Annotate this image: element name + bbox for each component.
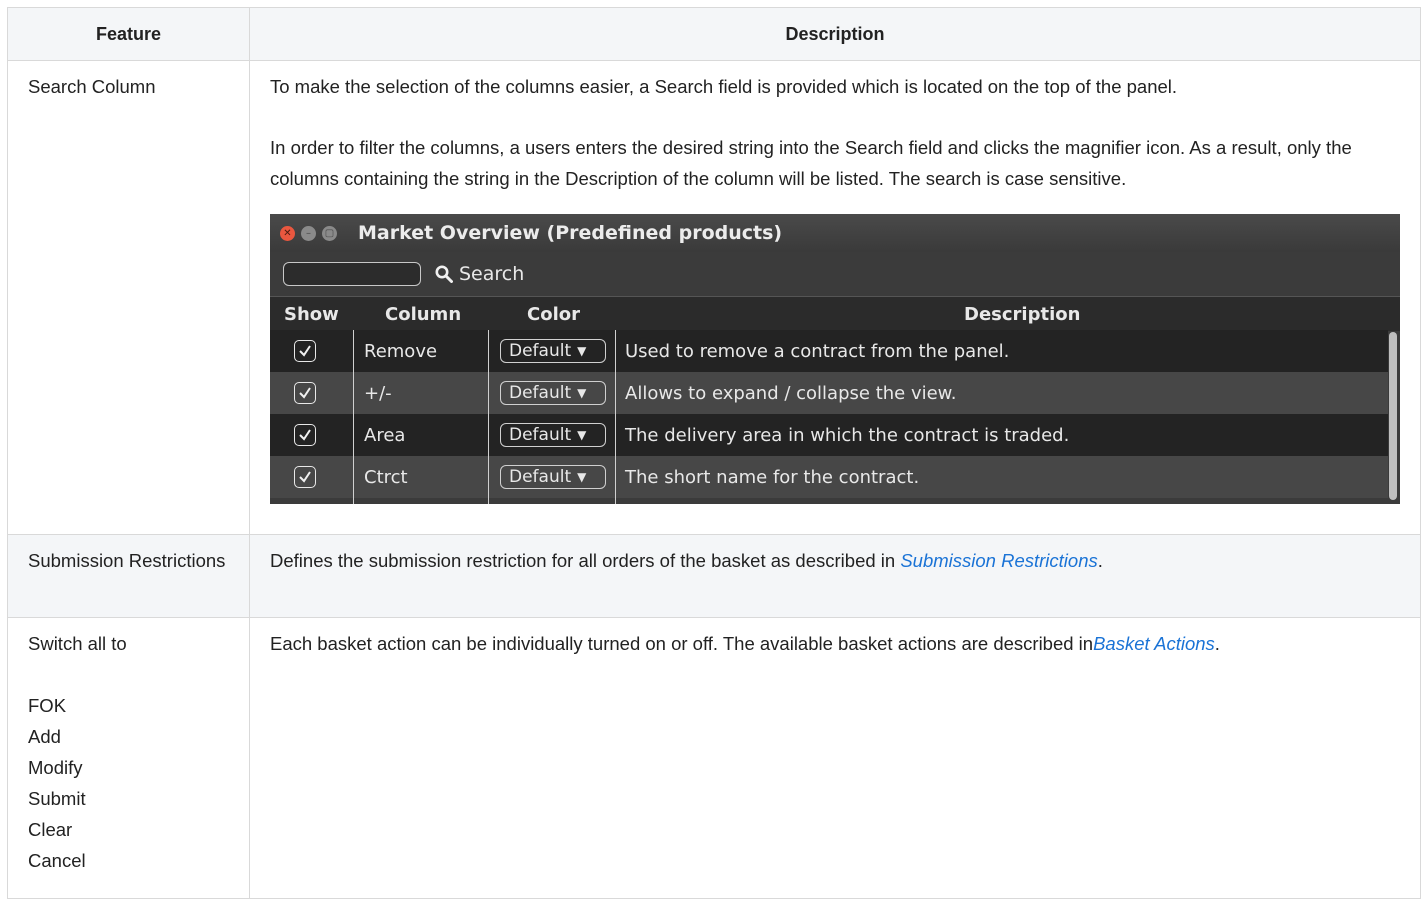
color-dropdown[interactable]: Default ▼	[500, 339, 606, 363]
column-description: The delivery area in which the contract …	[625, 424, 1070, 446]
color-dropdown-value: Default	[509, 341, 572, 361]
description-cell: Each basket action can be individually t…	[249, 617, 1421, 899]
color-dropdown-value: Default	[509, 467, 572, 487]
search-button[interactable]: Search	[435, 263, 524, 285]
checkmark-icon	[299, 345, 311, 357]
column-name: Area	[364, 424, 406, 446]
window-minimize-icon[interactable]: –	[301, 225, 316, 241]
description-paragraph: In order to filter the columns, a users …	[270, 137, 1352, 189]
table-row: Switch all to FOK Add Modify Submit Clea…	[7, 617, 1421, 899]
action-item: Modify	[28, 757, 83, 778]
show-checkbox[interactable]	[294, 466, 316, 488]
color-dropdown[interactable]: Default ▼	[500, 423, 606, 447]
color-column-header[interactable]: Color	[527, 304, 580, 325]
action-item: Add	[28, 726, 61, 747]
description-header: Description	[249, 7, 1421, 61]
column-column-header[interactable]: Column	[385, 304, 461, 325]
description-paragraph: To make the selection of the columns eas…	[270, 76, 1178, 97]
window-titlebar: ✕ – ▢ Market Overview (Predefined produc…	[270, 214, 1400, 252]
column-name: +/-	[364, 382, 392, 404]
feature-cell: Switch all to FOK Add Modify Submit Clea…	[7, 617, 250, 899]
basket-actions-list: FOK Add Modify Submit Clear Cancel	[28, 690, 239, 876]
action-item: Submit	[28, 788, 86, 809]
description-column-header[interactable]: Description	[964, 304, 1080, 325]
action-item: Cancel	[28, 850, 86, 871]
show-column-header[interactable]: Show	[284, 304, 339, 325]
magnifier-icon	[435, 265, 453, 283]
color-dropdown[interactable]: Default ▼	[500, 381, 606, 405]
search-input[interactable]	[283, 262, 421, 286]
search-bar: Search	[270, 252, 1400, 296]
window-title: Market Overview (Predefined products)	[358, 222, 783, 244]
table-row[interactable]: Remove Default ▼ Used to remove a contrac…	[270, 330, 1388, 372]
vertical-scrollbar[interactable]	[1389, 332, 1397, 500]
description-text: .	[1214, 633, 1220, 654]
column-description: Used to remove a contract from the panel…	[625, 340, 1010, 362]
chevron-down-icon: ▼	[577, 428, 587, 442]
columns-table-header: Show Column Color Description	[270, 296, 1400, 331]
action-item: FOK	[28, 695, 67, 716]
color-dropdown-value: Default	[509, 383, 572, 403]
column-description: The short name for the contract.	[625, 466, 920, 488]
show-checkbox[interactable]	[294, 424, 316, 446]
checkmark-icon	[299, 387, 311, 399]
show-checkbox[interactable]	[294, 382, 316, 404]
feature-cell: Submission Restrictions	[7, 534, 250, 618]
description-text: .	[1097, 550, 1103, 571]
table-row[interactable]: +/- Default ▼ Allows to expand / collapse…	[270, 372, 1388, 414]
feature-title: Switch all to	[28, 633, 127, 654]
checkmark-icon	[299, 429, 311, 441]
action-item: Clear	[28, 819, 73, 840]
window-maximize-icon[interactable]: ▢	[322, 225, 337, 241]
color-dropdown-value: Default	[509, 425, 572, 445]
table-row: Submission Restrictions Defines the subm…	[7, 534, 1421, 618]
market-overview-window: ✕ – ▢ Market Overview (Predefined produc…	[270, 214, 1400, 504]
table-row: Search Column To make the selection of t…	[7, 60, 1421, 535]
column-divider	[488, 330, 489, 504]
basket-actions-link[interactable]: Basket Actions	[1093, 633, 1215, 654]
window-close-icon[interactable]: ✕	[280, 225, 295, 241]
chevron-down-icon: ▼	[577, 386, 587, 400]
feature-header: Feature	[7, 7, 250, 61]
column-name: Ctrct	[364, 466, 408, 488]
chevron-down-icon: ▼	[577, 470, 587, 484]
table-row[interactable]: Area Default ▼ The delivery area in which…	[270, 414, 1388, 456]
checkmark-icon	[299, 471, 311, 483]
submission-restrictions-link[interactable]: Submission Restrictions	[900, 550, 1097, 571]
description-text: Defines the submission restriction for a…	[270, 550, 901, 571]
search-label: Search	[459, 263, 525, 285]
description-cell: To make the selection of the columns eas…	[249, 60, 1421, 535]
column-divider	[615, 330, 616, 504]
feature-cell: Search Column	[7, 60, 250, 535]
feature-table: Feature Description Search Column To mak…	[7, 7, 1421, 899]
table-row[interactable]: Ctrct Default ▼ The short name for the co…	[270, 456, 1388, 498]
description-cell: Defines the submission restriction for a…	[249, 534, 1421, 618]
show-checkbox[interactable]	[294, 340, 316, 362]
column-description: Allows to expand / collapse the view.	[625, 382, 957, 404]
column-name: Remove	[364, 340, 438, 362]
chevron-down-icon: ▼	[577, 344, 587, 358]
column-divider	[353, 330, 354, 504]
description-text: Each basket action can be individually t…	[270, 633, 1094, 654]
color-dropdown[interactable]: Default ▼	[500, 465, 606, 489]
